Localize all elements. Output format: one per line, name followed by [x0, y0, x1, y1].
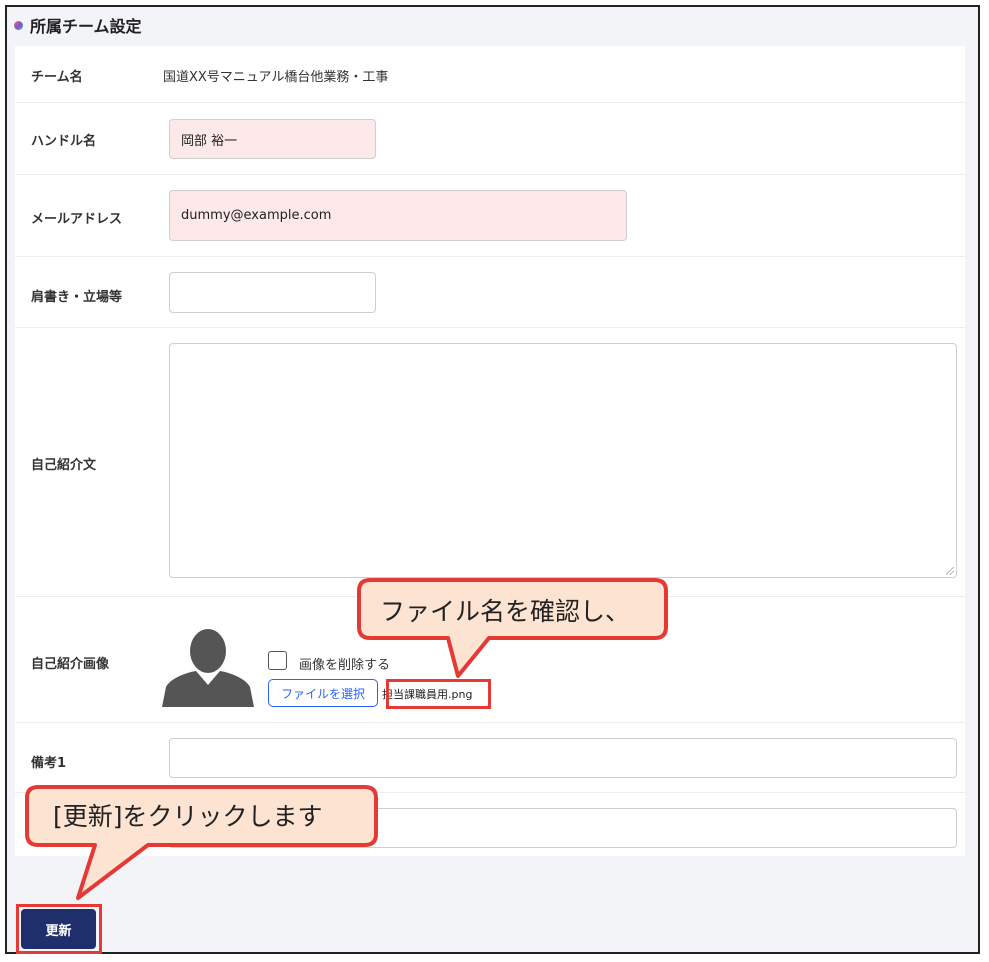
- choose-file-button[interactable]: ファイルを選択: [268, 679, 378, 707]
- position-label: 肩書き・立場等: [31, 290, 123, 305]
- intro-textarea[interactable]: [169, 343, 957, 578]
- handle-input[interactable]: [169, 119, 376, 159]
- email-label: メールアドレス: [31, 212, 123, 227]
- section-title: 所属チーム設定: [30, 17, 142, 36]
- team-value: 国道XX号マニュアル橋台他業務・工事: [163, 70, 389, 85]
- position-input[interactable]: [169, 272, 376, 313]
- team-row: チーム名 国道XX号マニュアル橋台他業務・工事: [15, 46, 965, 103]
- section-header: 所属チーム設定: [14, 14, 142, 36]
- bullet-icon: [14, 20, 23, 30]
- callout-file-check-text: ファイル名を確認し、: [380, 597, 631, 626]
- intro-textarea-wrap: [169, 343, 957, 578]
- callout-click-update-text: [更新]をクリックします: [53, 802, 323, 831]
- email-input[interactable]: [169, 190, 627, 241]
- team-label: チーム名: [31, 70, 83, 85]
- image-label: 自己紹介画像: [31, 657, 110, 672]
- intro-row: 自己紹介文: [15, 328, 965, 597]
- note1-label: 備考1: [31, 756, 67, 771]
- email-row: メールアドレス: [15, 175, 965, 257]
- selected-file-name: 担当課職員用.png: [382, 688, 473, 701]
- avatar-placeholder-icon: [162, 629, 254, 707]
- handle-row: ハンドル名: [15, 103, 965, 175]
- intro-label: 自己紹介文: [31, 458, 97, 473]
- handle-label: ハンドル名: [31, 134, 97, 149]
- delete-image-label: 画像を削除する: [299, 658, 391, 673]
- position-row: 肩書き・立場等: [15, 257, 965, 328]
- delete-image-checkbox[interactable]: [268, 651, 287, 670]
- note1-input[interactable]: [169, 738, 957, 778]
- settings-form: チーム名 国道XX号マニュアル橋台他業務・工事 ハンドル名 メールアドレス 肩書…: [15, 46, 965, 856]
- resize-handle-icon[interactable]: [946, 567, 954, 575]
- update-button[interactable]: 更新: [21, 909, 96, 949]
- note1-row: 備考1: [15, 723, 965, 793]
